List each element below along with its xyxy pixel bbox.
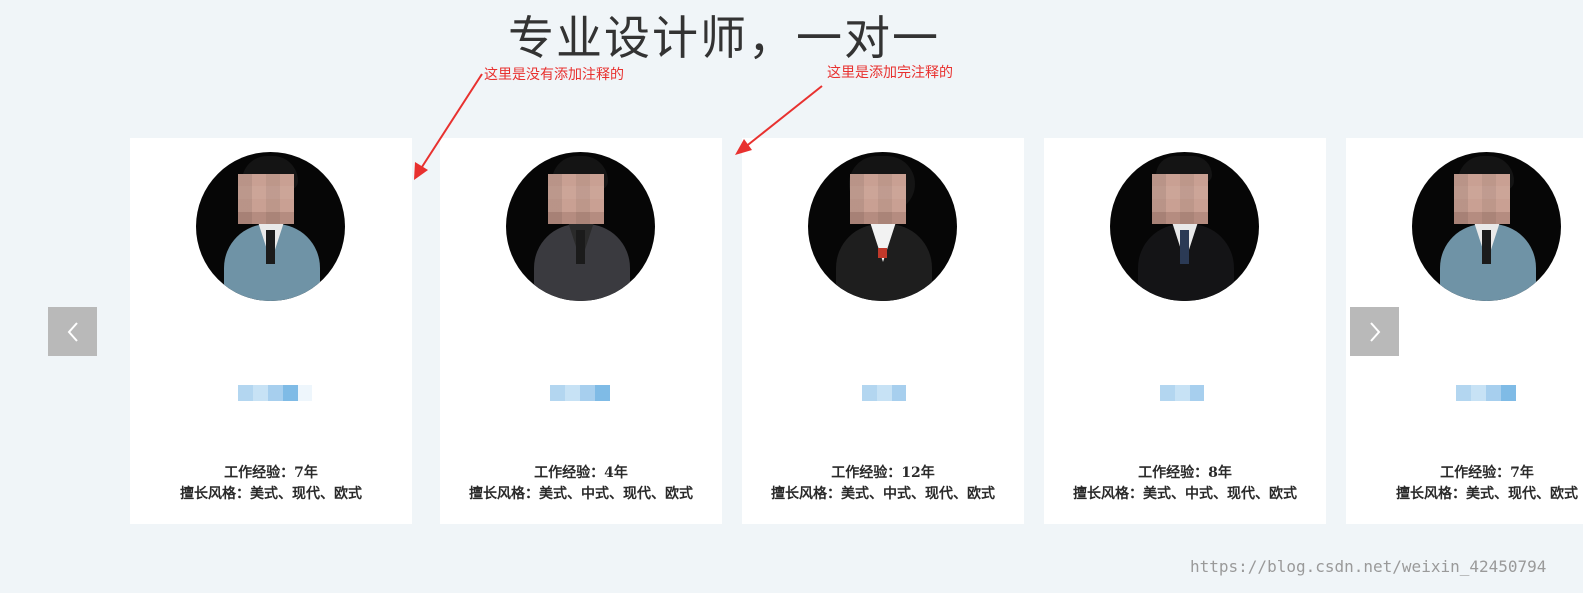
experience-text: 工作经验：12年 <box>831 465 935 481</box>
designer-info: 工作经验：8年 擅长风格：美式、中式、现代、欧式 <box>1044 463 1326 505</box>
chevron-right-icon <box>1369 321 1380 342</box>
designer-info: 工作经验：4年 擅长风格：美式、中式、现代、欧式 <box>440 463 722 505</box>
designer-carousel: 工作经验：7年 擅长风格：美式、现代、欧式 工作经验：4年 擅长风格：美式、中式… <box>0 0 1583 593</box>
experience-text: 工作经验：8年 <box>1138 465 1232 481</box>
designer-name-blurred <box>1456 385 1516 401</box>
watermark: https://blog.csdn.net/weixin_42450794 <box>1190 557 1547 576</box>
avatar <box>196 152 345 301</box>
designer-info: 工作经验：7年 擅长风格：美式、现代、欧式 <box>1346 463 1583 505</box>
experience-text: 工作经验：4年 <box>534 465 628 481</box>
styles-text: 擅长风格：美式、现代、欧式 <box>180 486 362 502</box>
designer-info: 工作经验：12年 擅长风格：美式、中式、现代、欧式 <box>742 463 1024 505</box>
designer-card[interactable]: 工作经验：4年 擅长风格：美式、中式、现代、欧式 <box>440 138 722 524</box>
styles-text: 擅长风格：美式、现代、欧式 <box>1396 486 1578 502</box>
designer-name-blurred <box>238 385 312 401</box>
designer-name-blurred <box>1160 385 1204 401</box>
chevron-left-icon <box>67 321 78 342</box>
styles-text: 擅长风格：美式、中式、现代、欧式 <box>1073 486 1297 502</box>
styles-text: 擅长风格：美式、中式、现代、欧式 <box>771 486 995 502</box>
avatar <box>1110 152 1259 301</box>
experience-text: 工作经验：7年 <box>1440 465 1534 481</box>
designer-name-blurred <box>862 385 906 401</box>
avatar <box>506 152 655 301</box>
experience-text: 工作经验：7年 <box>224 465 318 481</box>
designer-card[interactable]: 工作经验：8年 擅长风格：美式、中式、现代、欧式 <box>1044 138 1326 524</box>
avatar <box>808 152 957 301</box>
carousel-next-button[interactable] <box>1350 307 1399 356</box>
designer-info: 工作经验：7年 擅长风格：美式、现代、欧式 <box>130 463 412 505</box>
designer-card[interactable]: 工作经验：12年 擅长风格：美式、中式、现代、欧式 <box>742 138 1024 524</box>
avatar <box>1412 152 1561 301</box>
styles-text: 擅长风格：美式、中式、现代、欧式 <box>469 486 693 502</box>
designer-card[interactable]: 工作经验：7年 擅长风格：美式、现代、欧式 <box>130 138 412 524</box>
designer-name-blurred <box>550 385 610 401</box>
carousel-prev-button[interactable] <box>48 307 97 356</box>
